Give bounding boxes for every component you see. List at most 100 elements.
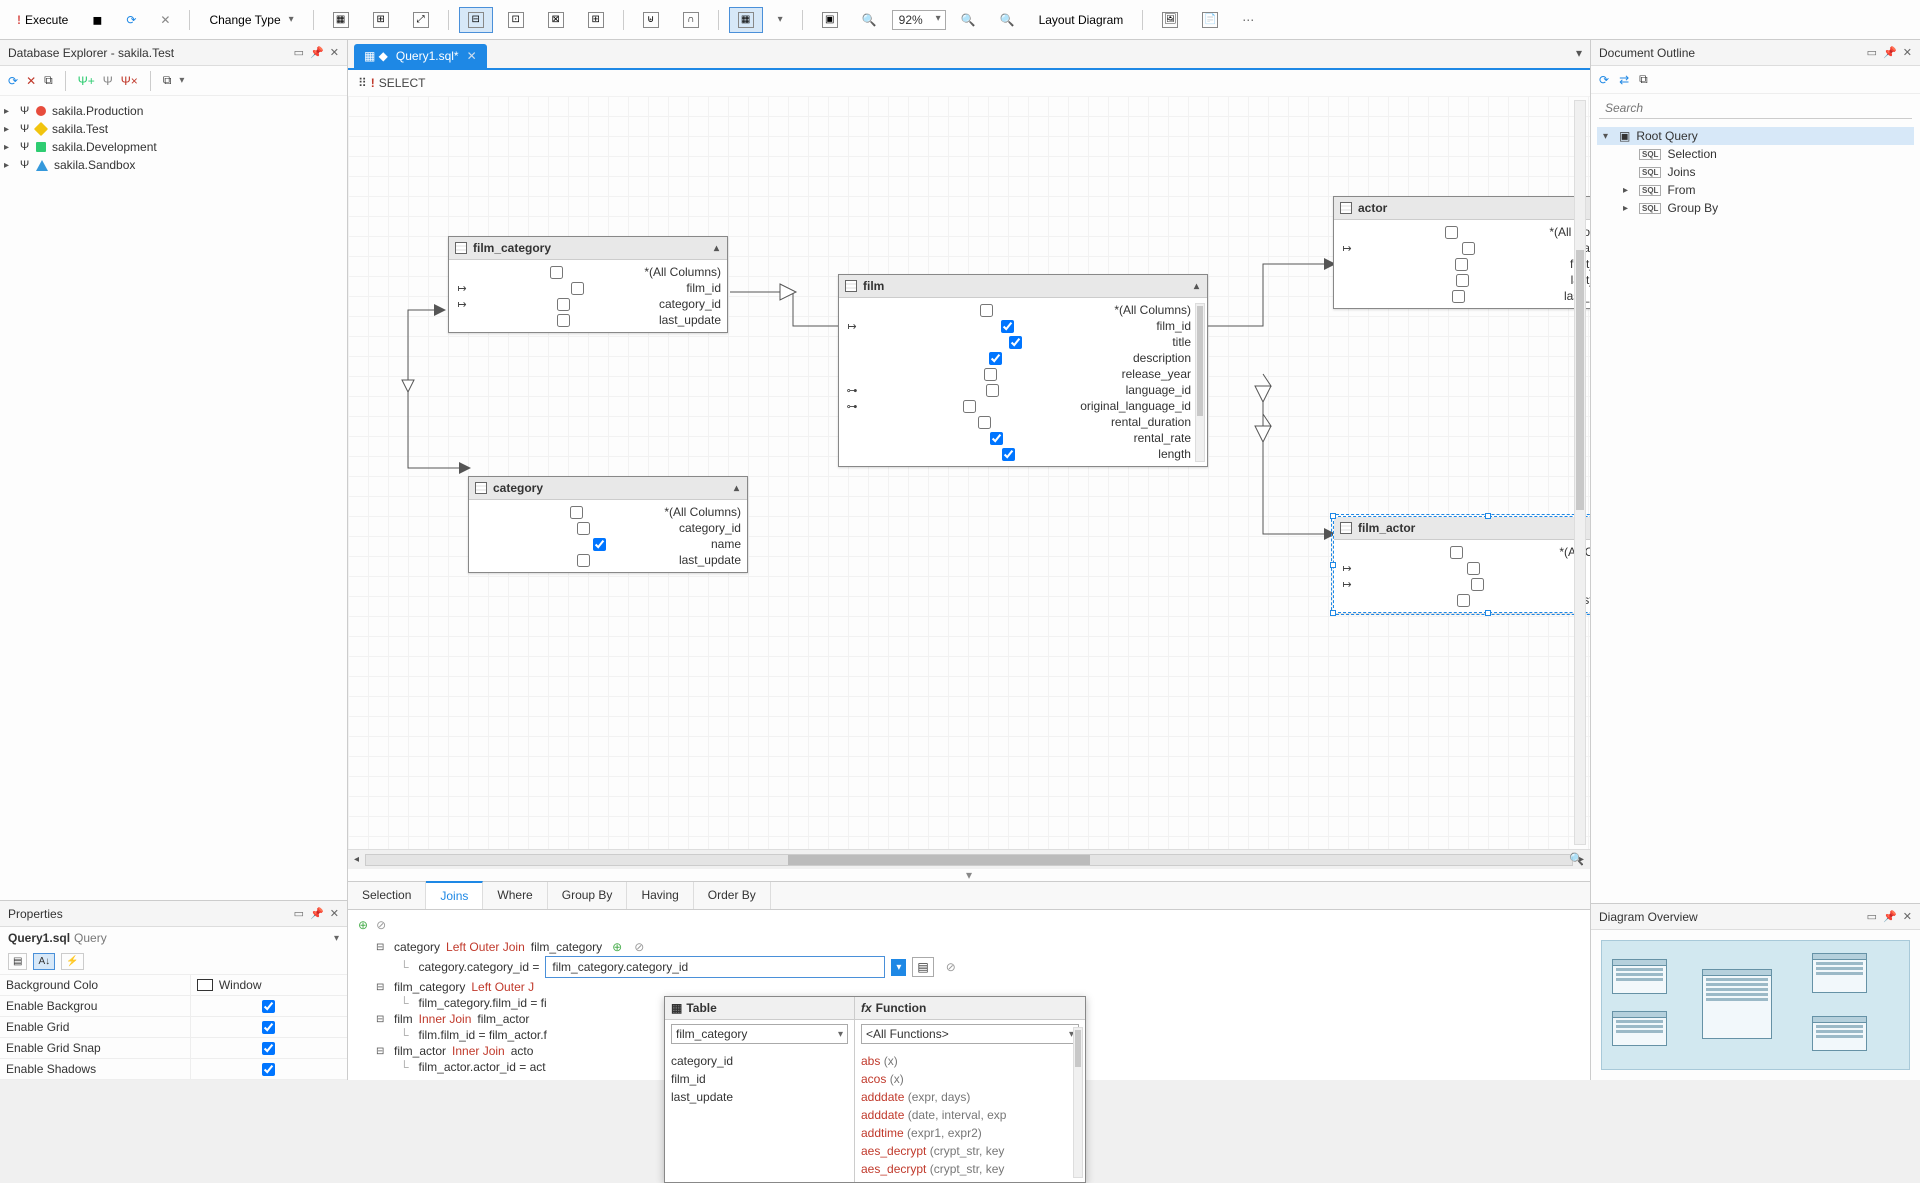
- properties-subject[interactable]: Query1.sql Query ▾: [0, 927, 347, 949]
- outline-stack-icon[interactable]: ⧉: [1639, 72, 1648, 87]
- color-swatch-icon[interactable]: [197, 979, 213, 991]
- db-delete-icon[interactable]: ✕: [26, 74, 36, 88]
- column-row[interactable]: ↦film_id: [455, 280, 721, 296]
- stop-button[interactable]: ◼: [83, 8, 111, 32]
- column-checkbox[interactable]: [550, 266, 563, 279]
- panel-close-icon[interactable]: ✕: [330, 907, 339, 920]
- popup-table-column[interactable]: film_id: [671, 1070, 848, 1088]
- table-category[interactable]: category▴ *(All Columns)category_idnamel…: [468, 476, 748, 573]
- props-row[interactable]: Background ColoWindow: [0, 975, 347, 996]
- join-row[interactable]: ⊟ film_category Left Outer J: [358, 978, 1580, 996]
- table-actor[interactable]: actor▴ *(All Columns)↦actor_idfirst_name…: [1333, 196, 1590, 309]
- panel-float-icon[interactable]: ▭: [294, 46, 304, 59]
- diagram-vscrollbar[interactable]: [1574, 100, 1586, 845]
- outline-item[interactable]: ▸SQLGroup By: [1597, 199, 1914, 217]
- zoom-in-button[interactable]: 🔍: [952, 8, 985, 32]
- column-checkbox[interactable]: [978, 416, 991, 429]
- tool-btn-8[interactable]: ⊎: [634, 7, 668, 33]
- column-row[interactable]: *(All Columns): [455, 264, 721, 280]
- column-checkbox[interactable]: [1455, 258, 1468, 271]
- panel-pin-icon[interactable]: 📌: [310, 907, 324, 920]
- column-checkbox[interactable]: [990, 432, 1003, 445]
- popup-function-item[interactable]: adddate (expr, days): [861, 1088, 1069, 1106]
- column-row[interactable]: *(All Columns): [1340, 224, 1590, 240]
- splitter-handle[interactable]: ▾: [348, 869, 1590, 881]
- column-row[interactable]: last_update: [1340, 592, 1590, 608]
- collapse-icon[interactable]: ⊟: [376, 1046, 388, 1057]
- column-row[interactable]: category_id: [475, 520, 741, 536]
- column-row[interactable]: description: [845, 350, 1191, 366]
- column-row[interactable]: ⊶language_id: [845, 382, 1191, 398]
- column-row[interactable]: ↦actor_id: [1340, 240, 1590, 256]
- outline-item[interactable]: ▸SQLFrom: [1597, 181, 1914, 199]
- popup-function-item[interactable]: adddate (date, interval, exp: [861, 1106, 1069, 1124]
- diagram-canvas[interactable]: film_category▴ *(All Columns)↦film_id↦ca…: [348, 96, 1590, 849]
- column-checkbox[interactable]: [1456, 274, 1469, 287]
- popup-table-column[interactable]: last_update: [671, 1088, 848, 1106]
- props-row[interactable]: Enable Grid Snap: [0, 1038, 347, 1059]
- column-row[interactable]: title: [845, 334, 1191, 350]
- props-row[interactable]: Enable Grid: [0, 1017, 347, 1038]
- collapse-icon[interactable]: ▴: [712, 243, 721, 254]
- column-checkbox[interactable]: [986, 384, 999, 397]
- outline-item[interactable]: SQLJoins: [1597, 163, 1914, 181]
- collapse-icon[interactable]: ▴: [1192, 281, 1201, 292]
- column-checkbox[interactable]: [557, 298, 570, 311]
- popup-scrollbar[interactable]: [1073, 1027, 1083, 1178]
- props-checkbox[interactable]: [262, 1042, 275, 1055]
- tab-joins[interactable]: Joins: [426, 881, 483, 909]
- outline-sync-icon[interactable]: ⇄: [1619, 73, 1629, 87]
- tool-btn-1[interactable]: ▦: [324, 7, 358, 33]
- db-add-conn-icon[interactable]: Ψ+: [78, 74, 95, 88]
- column-checkbox[interactable]: [1467, 562, 1480, 575]
- column-row[interactable]: release_year: [845, 366, 1191, 382]
- tool-btn-2[interactable]: ⊞: [364, 7, 398, 33]
- column-row[interactable]: rental_duration: [845, 414, 1191, 430]
- tool-btn-6[interactable]: ⊠: [539, 7, 573, 33]
- document-tab[interactable]: ▦ ◆ Query1.sql* ✕: [354, 44, 487, 68]
- column-checkbox[interactable]: [1452, 290, 1465, 303]
- table-film-category[interactable]: film_category▴ *(All Columns)↦film_id↦ca…: [448, 236, 728, 333]
- collapse-icon[interactable]: ⊟: [376, 942, 388, 953]
- zoom-fit-button[interactable]: ▣: [813, 7, 847, 33]
- column-checkbox[interactable]: [577, 554, 590, 567]
- expand-icon[interactable]: ▸: [4, 106, 14, 117]
- expand-icon[interactable]: ▾: [1603, 131, 1613, 142]
- join-delete-icon[interactable]: ⊘: [376, 918, 386, 932]
- db-refresh-icon[interactable]: ⟳: [8, 74, 18, 88]
- tool-extra-2[interactable]: 📄: [1193, 7, 1227, 33]
- tab-groupby[interactable]: Group By: [548, 882, 628, 909]
- outline-refresh-icon[interactable]: ⟳: [1599, 73, 1609, 87]
- db-dd-icon[interactable]: ▾: [179, 75, 184, 86]
- column-row[interactable]: last_update: [455, 312, 721, 328]
- tool-btn-5[interactable]: ⊡: [499, 7, 533, 33]
- tab-having[interactable]: Having: [627, 882, 693, 909]
- column-row[interactable]: rental_rate: [845, 430, 1191, 446]
- join-row[interactable]: ⊟ category Left Outer Join film_category…: [358, 938, 1580, 956]
- column-checkbox[interactable]: [1471, 578, 1484, 591]
- panel-close-icon[interactable]: ✕: [1903, 46, 1912, 59]
- column-row[interactable]: ↦category_id: [455, 296, 721, 312]
- join-add-cond-icon[interactable]: ⊕: [612, 940, 622, 954]
- props-alpha-button[interactable]: A↓: [33, 953, 55, 970]
- panel-pin-icon[interactable]: 📌: [1883, 910, 1897, 923]
- panel-pin-icon[interactable]: 📌: [310, 46, 324, 59]
- outline-item[interactable]: SQLSelection: [1597, 145, 1914, 163]
- zoom-out-button[interactable]: 🔍: [991, 8, 1024, 32]
- column-row[interactable]: ↦film_id: [845, 318, 1191, 334]
- props-row[interactable]: Enable Backgrou: [0, 996, 347, 1017]
- zoom-region-icon[interactable]: 🔍: [1569, 852, 1584, 866]
- hscroll-thumb[interactable]: [788, 855, 1089, 865]
- db-copy-icon[interactable]: ⧉: [44, 73, 53, 88]
- overview-canvas[interactable]: [1601, 940, 1910, 1070]
- column-checkbox[interactable]: [980, 304, 993, 317]
- zoom-combo[interactable]: 92%: [892, 10, 946, 30]
- db-tree-item[interactable]: ▸Ψsakila.Test: [4, 120, 343, 138]
- table-scrollbar[interactable]: [1195, 303, 1205, 462]
- tab-dropdown-icon[interactable]: ▾: [1576, 46, 1582, 60]
- column-row[interactable]: first_name: [1340, 256, 1590, 272]
- props-checkbox[interactable]: [262, 1000, 275, 1013]
- column-row[interactable]: ↦actor_id: [1340, 560, 1590, 576]
- column-checkbox[interactable]: [1450, 546, 1463, 559]
- layout-diagram-button[interactable]: Layout Diagram: [1030, 8, 1133, 32]
